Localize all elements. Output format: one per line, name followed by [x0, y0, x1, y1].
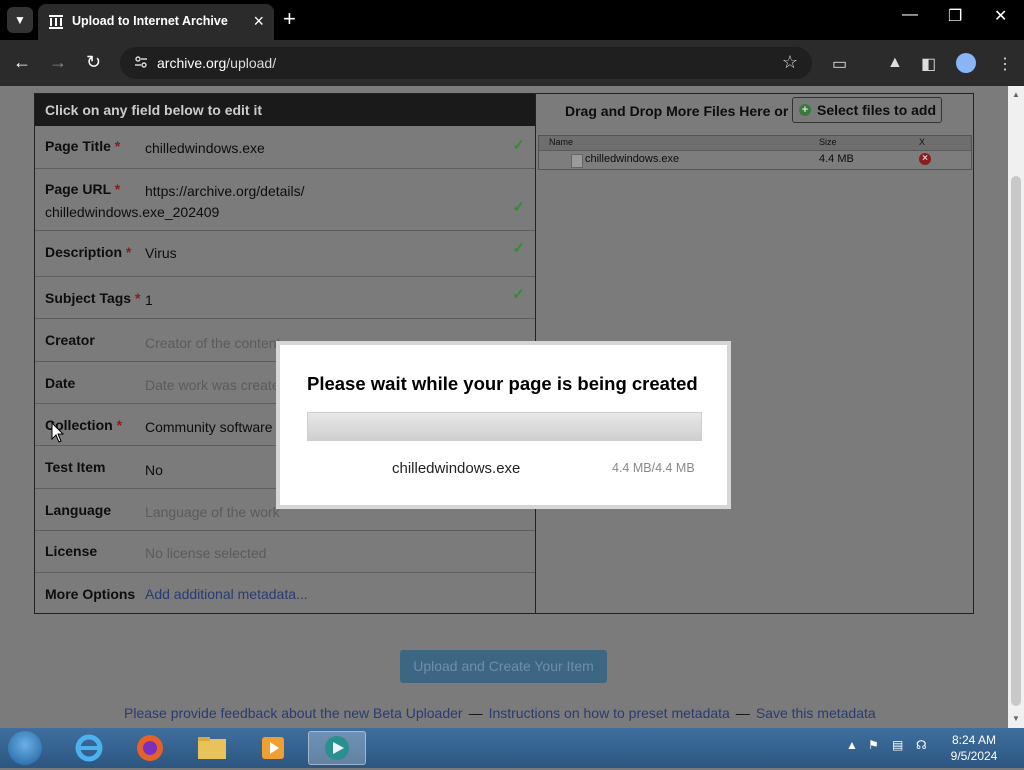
minimize-icon[interactable]: —	[902, 6, 918, 24]
clock-time: 8:24 AM	[951, 733, 997, 747]
ie-icon[interactable]	[64, 731, 114, 765]
field-placeholder: Creator of the content	[145, 335, 281, 351]
field-placeholder: Language of the work	[145, 504, 280, 520]
field-value: https://archive.org/details/	[145, 183, 305, 199]
file-size: 4.4 MB	[819, 153, 854, 165]
field-placeholder: Date work was created	[145, 377, 288, 393]
check-icon: ✓	[512, 286, 525, 303]
file-icon	[571, 154, 583, 168]
field-license[interactable]: License No license selected	[35, 531, 535, 573]
field-label: Test Item	[45, 459, 106, 475]
check-icon: ✓	[512, 199, 525, 216]
footer-links: Please provide feedback about the new Be…	[124, 705, 876, 721]
field-value-cont: chilledwindows.exe_202409	[45, 204, 220, 220]
field-value: Community software	[145, 419, 273, 435]
field-value: Virus	[145, 245, 177, 261]
field-value: chilledwindows.exe	[145, 140, 265, 156]
field-placeholder: No license selected	[145, 545, 267, 561]
field-label: Description *	[45, 244, 132, 260]
table-row: chilledwindows.exe 4.4 MB ×	[539, 150, 971, 169]
col-name: Name	[549, 137, 574, 147]
save-metadata-link[interactable]: Save this metadata	[756, 705, 876, 721]
field-value: No	[145, 462, 163, 478]
active-app-icon[interactable]	[308, 731, 366, 765]
url-text: archive.org/upload/	[157, 55, 277, 71]
address-bar[interactable]: archive.org/upload/ ☆	[120, 47, 812, 79]
browser-tab[interactable]: Upload to Internet Archive ×	[38, 4, 274, 40]
restore-icon[interactable]: ❐	[948, 6, 962, 26]
scroll-thumb[interactable]	[1011, 176, 1021, 706]
feedback-link[interactable]: Please provide feedback about the new Be…	[124, 705, 463, 721]
add-metadata-link[interactable]: Add additional metadata...	[145, 586, 308, 602]
col-remove: X	[919, 137, 926, 147]
field-page-title[interactable]: Page Title * chilledwindows.exe ✓	[35, 126, 535, 169]
tray-expand-icon[interactable]: ▲	[846, 738, 858, 752]
field-subject-tags[interactable]: Subject Tags * 1 ✓	[35, 277, 535, 319]
action-center-icon[interactable]: ⚑	[868, 738, 879, 752]
profile-avatar-icon[interactable]	[956, 53, 976, 73]
field-label: Language	[45, 502, 112, 518]
col-size: Size	[819, 137, 837, 147]
modal-title: Please wait while your page is being cre…	[307, 373, 698, 394]
progress-bar	[307, 412, 702, 441]
progress-fill	[308, 413, 701, 440]
file-name: chilledwindows.exe	[585, 153, 680, 165]
check-icon: ✓	[512, 240, 525, 257]
clock-date: 9/5/2024	[950, 749, 998, 763]
field-label: Subject Tags *	[45, 290, 141, 306]
back-icon[interactable]: ←	[13, 52, 31, 73]
side-panel-icon[interactable]: ◧	[921, 54, 936, 74]
menu-kebab-icon[interactable]: ⋮	[997, 54, 1013, 74]
field-label: Page URL *	[45, 181, 121, 197]
volume-muted-icon[interactable]: ☊	[916, 738, 927, 752]
site-info-icon[interactable]	[134, 55, 148, 69]
new-tab-icon[interactable]: +	[283, 8, 296, 30]
preset-instructions-link[interactable]: Instructions on how to preset metadata	[489, 705, 730, 721]
archive-favicon-icon	[49, 15, 63, 29]
file-table: Name Size X chilledwindows.exe 4.4 MB ×	[538, 135, 972, 170]
file-table-header: Name Size X	[539, 136, 971, 150]
start-button-icon[interactable]	[8, 731, 42, 765]
labs-flask-icon[interactable]: ▲	[887, 54, 903, 72]
tab-search-dropdown-icon[interactable]: ▼	[7, 7, 33, 33]
add-circle-icon: +	[799, 104, 811, 116]
reload-icon[interactable]: ↻	[86, 52, 101, 73]
tab-title: Upload to Internet Archive	[72, 14, 228, 28]
field-more-options: More Options Add additional metadata...	[35, 573, 535, 613]
drag-drop-text: Drag and Drop More Files Here or	[565, 103, 789, 119]
close-window-icon[interactable]: ✕	[994, 6, 1007, 26]
field-description[interactable]: Description * Virus ✓	[35, 231, 535, 277]
page-scrollbar[interactable]: ▲ ▼	[1008, 86, 1024, 728]
form-header: Click on any field below to edit it	[35, 94, 535, 126]
field-label: Creator	[45, 332, 95, 348]
field-label: Page Title *	[45, 138, 121, 154]
tab-close-icon[interactable]: ×	[253, 11, 264, 32]
scroll-up-icon[interactable]: ▲	[1012, 90, 1020, 99]
bookmark-star-icon[interactable]: ☆	[782, 52, 798, 73]
file-explorer-icon[interactable]	[187, 731, 237, 765]
field-label: License	[45, 543, 98, 559]
forward-icon[interactable]: →	[49, 52, 67, 73]
creating-page-modal: Please wait while your page is being cre…	[276, 341, 731, 509]
media-player-icon[interactable]	[248, 731, 298, 765]
taskbar-clock[interactable]: 8:24 AM 9/5/2024	[934, 732, 1014, 764]
select-files-button[interactable]: + Select files to add	[792, 97, 942, 123]
modal-size: 4.4 MB/4.4 MB	[612, 461, 695, 475]
field-label: More Options	[45, 586, 136, 602]
check-icon: ✓	[512, 137, 525, 154]
modal-filename: chilledwindows.exe	[392, 460, 521, 477]
extensions-icon[interactable]: ▭	[832, 54, 847, 74]
field-page-url[interactable]: Page URL * https://archive.org/details/ …	[35, 169, 535, 231]
scroll-down-icon[interactable]: ▼	[1012, 714, 1020, 723]
network-icon[interactable]: ▤	[892, 738, 903, 752]
upload-create-button[interactable]: Upload and Create Your Item	[400, 650, 607, 683]
browser-titlebar: ▼ Upload to Internet Archive × + — ❐ ✕	[0, 0, 1024, 40]
windows-taskbar: ▲ ⚑ ▤ ☊	[0, 728, 1024, 768]
mouse-cursor-icon	[51, 422, 65, 443]
field-value: 1	[145, 292, 153, 308]
field-label: Date	[45, 375, 76, 391]
remove-file-icon[interactable]: ×	[919, 153, 931, 165]
firefox-icon[interactable]	[125, 731, 175, 765]
